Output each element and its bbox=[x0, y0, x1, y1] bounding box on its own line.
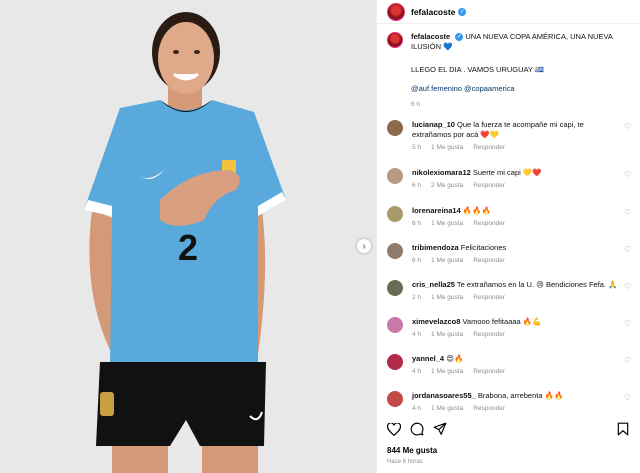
heart-icon[interactable] bbox=[387, 422, 401, 436]
comment-item: ximevelazco8 Vamooo fefitaaaa 🔥💪 4 h 1 Me … bbox=[387, 317, 631, 340]
reply-button[interactable]: Responder bbox=[473, 405, 505, 412]
reply-button[interactable]: Responder bbox=[473, 368, 505, 375]
player-photo: 2 bbox=[0, 0, 376, 473]
caption-username[interactable]: fefalacoste bbox=[411, 32, 450, 41]
comment-text: Felicitaciones bbox=[460, 243, 507, 252]
reply-button[interactable]: Responder bbox=[473, 331, 505, 338]
comment-avatar[interactable] bbox=[387, 317, 403, 333]
comment-likes[interactable]: 1 Me gusta bbox=[431, 331, 463, 338]
comment-like-heart-icon[interactable]: ♡ bbox=[621, 122, 631, 153]
comment-item: lorenareina14 🔥🔥🔥 6 h 1 Me gusta Responder ♡ bbox=[387, 206, 631, 229]
comment-item: jordanasoares55_ Brabona, arrebenta 🔥🔥 4 … bbox=[387, 391, 631, 414]
comment-meta: 6 h 1 Me gusta Responder bbox=[412, 256, 621, 266]
comment-item: nikolexiomara12 Suerte mi capi 💛❤️ 6 h 2 M… bbox=[387, 168, 631, 191]
comment-time: 5 h bbox=[412, 144, 422, 151]
bookmark-icon[interactable] bbox=[616, 422, 630, 436]
caption-avatar[interactable] bbox=[387, 32, 403, 48]
reply-button[interactable]: Responder bbox=[473, 182, 505, 189]
post-actions bbox=[387, 420, 630, 438]
comment-meta: 4 h 1 Me gusta Responder bbox=[412, 404, 621, 414]
comment-avatar[interactable] bbox=[387, 280, 403, 296]
comment-time: 6 h bbox=[412, 182, 422, 189]
post-header: fefalacoste ✓ bbox=[377, 0, 640, 24]
comment-time: 6 h bbox=[412, 220, 422, 227]
comment-likes[interactable]: 1 Me gusta bbox=[431, 368, 463, 375]
verified-icon: ✓ bbox=[458, 7, 467, 16]
comment-username[interactable]: tribimendoza bbox=[412, 243, 459, 252]
comment-meta: 5 h 1 Me gusta Responder bbox=[412, 143, 621, 153]
comment-likes[interactable]: 1 Me gusta bbox=[431, 144, 463, 151]
comment-meta: 6 h 1 Me gusta Responder bbox=[412, 219, 621, 229]
comment-icon[interactable] bbox=[410, 422, 424, 436]
comment-item: lucianap_10 Que la fuerza te acompañe mi… bbox=[387, 120, 631, 153]
post-caption: fefalacoste ✓ UNA NUEVA COPA AMÉRICA, UN… bbox=[377, 32, 640, 110]
caption-tags[interactable]: @auf.femenino @copaamerica bbox=[411, 84, 630, 94]
comment-avatar[interactable] bbox=[387, 168, 403, 184]
comment-item: yannel_4 😍🔥 4 h 1 Me gusta Responder ♡ bbox=[387, 354, 631, 377]
comment-avatar[interactable] bbox=[387, 206, 403, 222]
comment-meta: 6 h 2 Me gusta Responder bbox=[412, 181, 621, 191]
comment-username[interactable]: cris_nella25 bbox=[412, 280, 455, 289]
post-panel: fefalacoste ✓ fefalacoste ✓ UNA NUEVA CO… bbox=[376, 0, 640, 473]
comment-meta: 4 h 1 Me gusta Responder bbox=[412, 367, 621, 377]
comment-like-heart-icon[interactable]: ♡ bbox=[621, 393, 631, 414]
comment-like-heart-icon[interactable]: ♡ bbox=[621, 245, 631, 266]
comment-text: Te extrañamos en la U. 😢 Bendiciones Fef… bbox=[456, 280, 618, 289]
comment-likes[interactable]: 1 Me gusta bbox=[431, 257, 463, 264]
comment-username[interactable]: lucianap_10 bbox=[412, 120, 455, 129]
comment-likes[interactable]: 1 Me gusta bbox=[431, 220, 463, 227]
reply-button[interactable]: Responder bbox=[473, 257, 505, 264]
comment-time: 2 h bbox=[412, 294, 422, 301]
comment-text: Suerte mi capi 💛❤️ bbox=[472, 168, 542, 177]
comment-time: 4 h bbox=[412, 331, 422, 338]
comment-username[interactable]: ximevelazco8 bbox=[412, 317, 460, 326]
comment-text: 😍🔥 bbox=[446, 354, 464, 363]
comment-time: 4 h bbox=[412, 368, 422, 375]
share-icon[interactable] bbox=[433, 422, 447, 436]
like-count[interactable]: 844 Me gusta bbox=[387, 446, 437, 455]
comment-time: 6 h bbox=[412, 257, 422, 264]
caption-time: 6 h bbox=[411, 101, 421, 108]
next-image-button[interactable]: › bbox=[356, 238, 372, 254]
comment-username[interactable]: lorenareina14 bbox=[412, 206, 461, 215]
post-image: 2 › bbox=[0, 0, 376, 473]
chevron-right-icon: › bbox=[362, 240, 366, 252]
comment-text: Brabona, arrebenta 🔥🔥 bbox=[477, 391, 564, 400]
comment-meta: 4 h 1 Me gusta Responder bbox=[412, 330, 621, 340]
jersey-number: 2 bbox=[178, 227, 198, 268]
comment-username[interactable]: nikolexiomara12 bbox=[412, 168, 471, 177]
reply-button[interactable]: Responder bbox=[473, 144, 505, 151]
post-username[interactable]: fefalacoste bbox=[411, 7, 455, 17]
comment-likes[interactable]: 2 Me gusta bbox=[431, 182, 463, 189]
post-timestamp: Hace 6 horas bbox=[387, 459, 423, 465]
comment-username[interactable]: jordanasoares55_ bbox=[412, 391, 476, 400]
comment-like-heart-icon[interactable]: ♡ bbox=[621, 319, 631, 340]
comment-likes[interactable]: 1 Me gusta bbox=[431, 405, 463, 412]
comment-like-heart-icon[interactable]: ♡ bbox=[621, 282, 631, 303]
avatar[interactable] bbox=[387, 2, 405, 21]
comment-avatar[interactable] bbox=[387, 354, 403, 370]
comment-text: 🔥🔥🔥 bbox=[462, 206, 491, 215]
comment-avatar[interactable] bbox=[387, 120, 403, 136]
caption-text-line2: LLEGO EL DIA . VAMOS URUGUAY 🇺🇾 bbox=[411, 65, 545, 74]
comment-text: Vamooo fefitaaaa 🔥💪 bbox=[462, 317, 542, 326]
comment-like-heart-icon[interactable]: ♡ bbox=[621, 356, 631, 377]
comment-time: 4 h bbox=[412, 405, 422, 412]
comment-likes[interactable]: 1 Me gusta bbox=[431, 294, 463, 301]
comment-meta: 2 h 1 Me gusta Responder bbox=[412, 293, 621, 303]
comment-item: cris_nella25 Te extrañamos en la U. 😢 Be… bbox=[387, 280, 631, 303]
comment-like-heart-icon[interactable]: ♡ bbox=[621, 208, 631, 229]
comment-username[interactable]: yannel_4 bbox=[412, 354, 444, 363]
verified-icon: ✓ bbox=[455, 33, 464, 42]
reply-button[interactable]: Responder bbox=[473, 220, 505, 227]
comment-item: tribimendoza Felicitaciones 6 h 1 Me gusta… bbox=[387, 243, 631, 266]
comment-avatar[interactable] bbox=[387, 243, 403, 259]
comment-like-heart-icon[interactable]: ♡ bbox=[621, 170, 631, 191]
reply-button[interactable]: Responder bbox=[473, 294, 505, 301]
comments-section[interactable]: fefalacoste ✓ UNA NUEVA COPA AMÉRICA, UN… bbox=[377, 32, 640, 416]
comment-avatar[interactable] bbox=[387, 391, 403, 407]
